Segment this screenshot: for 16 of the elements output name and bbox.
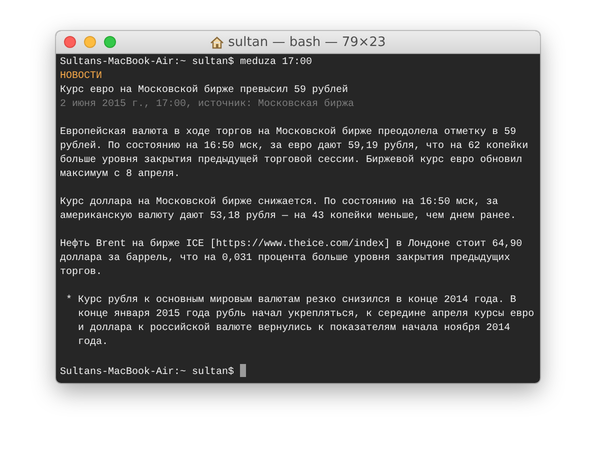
window-title: sultan — bash — 79×23 bbox=[228, 34, 386, 50]
output-text: Курс доллара на Московской бирже снижается. По состоянию на 16:50 мск, за американскую валюту дают 53,18 рубля — на 43 копейки меньше, чем днем ранее. bbox=[60, 196, 518, 224]
minimize-button[interactable] bbox=[84, 36, 96, 48]
command-text: meduza 17:00 bbox=[240, 57, 312, 68]
output-text: Нефть Brent на бирже ICE [https://www.theice.com/index] в Лондоне стоит 64,90 доллара за баррель, что на 0,031 процента больше уровня закрытия предыдущих торгов. bbox=[60, 238, 524, 280]
output-text: Курс евро на Московской бирже превысил 59 рублей bbox=[60, 84, 350, 98]
section-heading: НОВОСТИ bbox=[60, 70, 104, 84]
close-button[interactable] bbox=[64, 36, 76, 48]
output-text: Европейская валюта в ходе торгов на Московской бирже преодолела отметку в 59 рублей. По состоянию на 16:50 мск, за евро дают 59,19 рубля, что на 62 копейки больше уровня закрытия предыдущей торговой сессии. Биржевой курс евро обновил максимум с 8 апреля. bbox=[60, 126, 530, 182]
house-icon bbox=[210, 36, 224, 48]
bullet-marker: * bbox=[65, 294, 74, 308]
date-source-line: 2 июня 2015 г., 17:00, источник: Московская биржа bbox=[60, 98, 356, 112]
zoom-button[interactable] bbox=[104, 36, 116, 48]
shell-prompt: Sultans-MacBook-Air:~ sultan$ bbox=[60, 57, 234, 68]
shell-prompt: Sultans-MacBook-Air:~ sultan$ bbox=[60, 367, 234, 378]
footnote-text: Курс рубля к основным мировым валютам резко снизился в конце 2014 года. В конце января 2015 года рубль начал укрепляться, к середине апреля курсы евро и доллара к российской валюте вернулись к показателям начала ноября 2014 года. bbox=[78, 294, 534, 350]
